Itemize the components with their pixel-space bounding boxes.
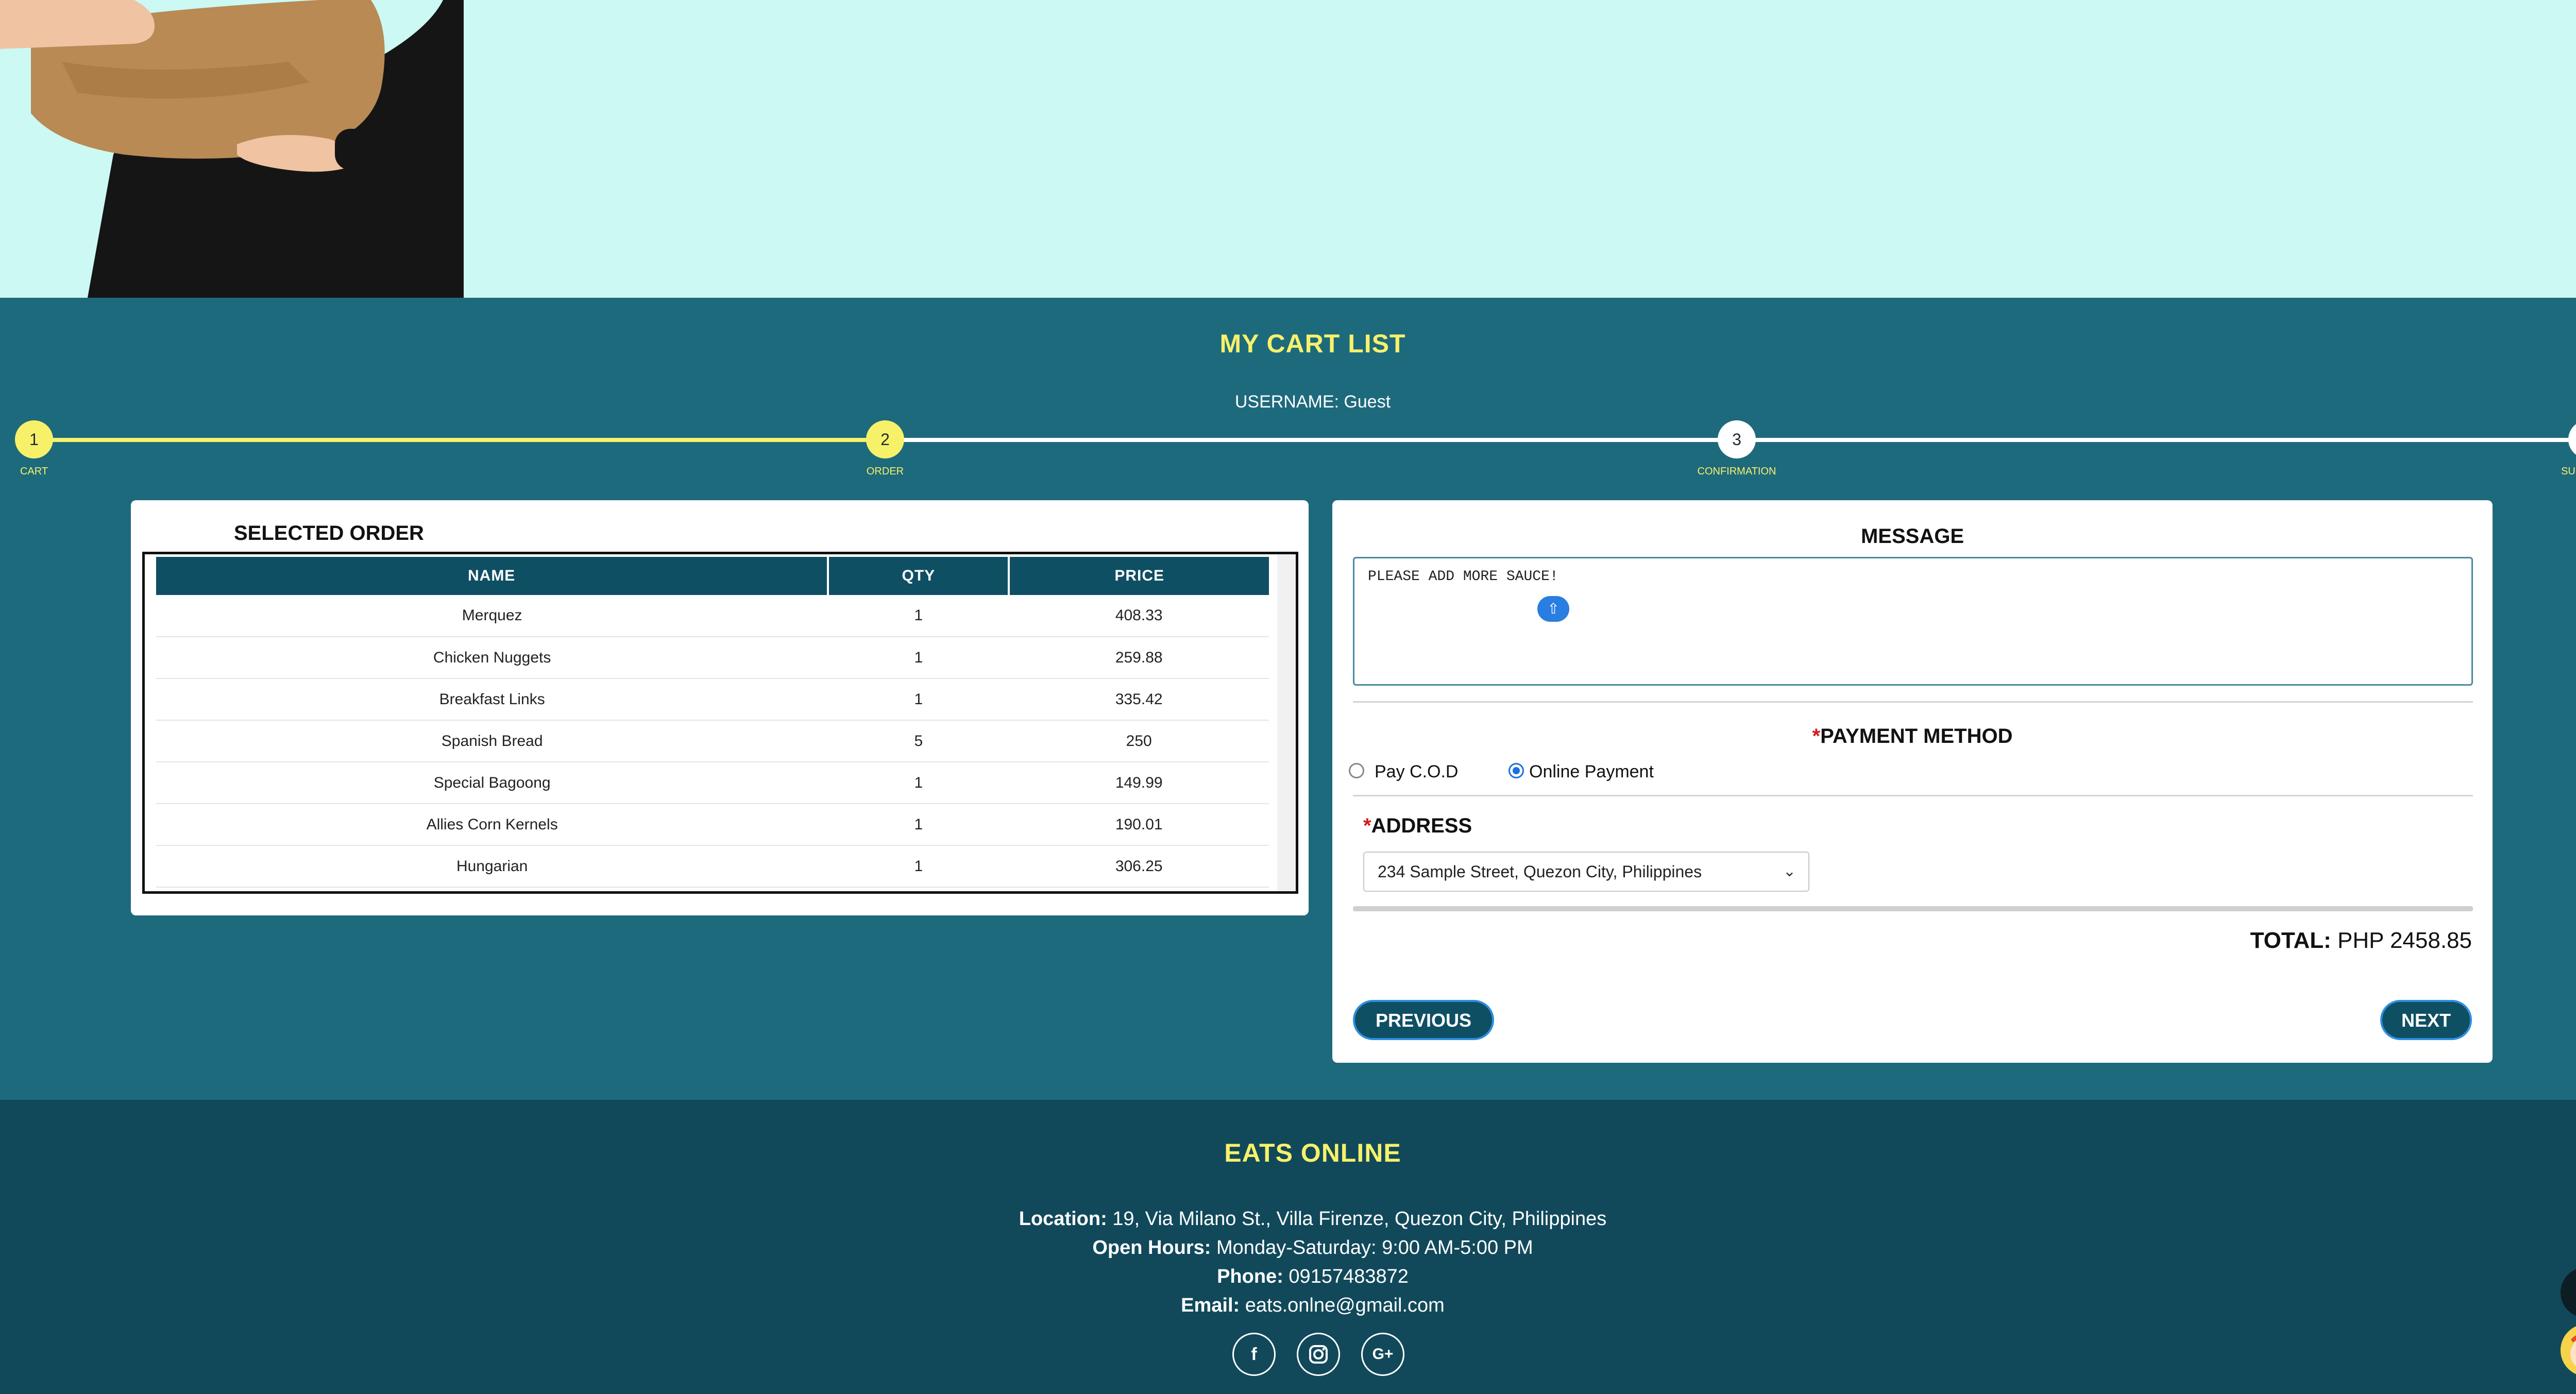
order-table: NAME QTY PRICE Merquez 1 408.33 Chicken …	[156, 557, 1269, 888]
phone-value: 09157483872	[1289, 1266, 1409, 1287]
cell-qty: 1	[828, 804, 1009, 846]
step-3-label: CONFIRMATION	[1697, 466, 1776, 477]
username-label: USERNAME: Guest	[1234, 392, 1391, 412]
cell-name: Special Bagoong	[156, 762, 828, 804]
column-header-qty: QTY	[828, 557, 1010, 595]
cell-price: 190.01	[1009, 804, 1269, 846]
column-header-price: PRICE	[1009, 557, 1269, 595]
required-mark: *	[1363, 814, 1371, 837]
message-textarea[interactable]: PLEASE ADD MORE SAUCE!	[1353, 557, 2473, 686]
chevron-down-icon: ⌄	[1783, 863, 1796, 880]
cell-qty: 5	[828, 720, 1009, 762]
cell-qty: 1	[828, 637, 1009, 679]
location-label: Location:	[1019, 1208, 1107, 1230]
step-2-circle[interactable]: 2	[866, 420, 904, 458]
email-label: Email:	[1181, 1295, 1240, 1316]
cell-name: Allies Corn Kernels	[156, 804, 828, 846]
column-header-name: NAME	[156, 557, 829, 595]
selected-order-title: SELECTED ORDER	[234, 522, 424, 545]
footer-phone: Phone: 09157483872	[0, 1266, 2576, 1288]
order-total: TOTAL: PHP 2458.85	[2250, 928, 2472, 954]
cell-price: 306.25	[1009, 845, 1269, 888]
table-row: Chicken Nuggets 1 259.88	[156, 637, 1269, 679]
address-selected-value: 234 Sample Street, Quezon City, Philippi…	[1378, 862, 1702, 881]
footer-brand: EATS ONLINE	[1224, 1138, 1401, 1167]
step-2-label: ORDER	[866, 466, 904, 477]
cell-name: Breakfast Links	[156, 678, 828, 721]
cell-qty: 1	[828, 845, 1009, 888]
step-4-label: SUMMARY	[2561, 466, 2576, 477]
phone-label: Phone:	[1217, 1266, 1283, 1287]
hero-banner	[0, 0, 2576, 298]
order-table-frame[interactable]: NAME QTY PRICE Merquez 1 408.33 Chicken …	[142, 552, 1298, 894]
step-3-circle[interactable]: 3	[1718, 420, 1756, 458]
progress-track-complete	[34, 438, 885, 442]
form-separator-bar	[1353, 906, 2473, 911]
address-label: ADDRESS	[1371, 814, 1472, 837]
cell-qty: 1	[828, 595, 1009, 637]
cell-name: Merquez	[156, 595, 828, 637]
input-method-icon[interactable]: ⇧	[1537, 596, 1569, 622]
hero-photo	[0, 0, 464, 298]
pay-cod-radio[interactable]	[1349, 763, 1364, 778]
online-payment-label[interactable]: Online Payment	[1529, 762, 1654, 782]
facebook-icon[interactable]: f	[1232, 1333, 1276, 1376]
required-mark: *	[1812, 725, 1821, 747]
table-row: Spanish Bread 5 250	[156, 720, 1269, 762]
cart-title: MY CART LIST	[1219, 329, 1406, 358]
payment-method-label: PAYMENT METHOD	[1820, 725, 2013, 747]
address-select[interactable]: 234 Sample Street, Quezon City, Philippi…	[1363, 852, 1809, 892]
cell-qty: 1	[828, 678, 1009, 721]
email-value: eats.onlne@gmail.com	[1245, 1295, 1445, 1316]
instagram-icon[interactable]	[1297, 1333, 1340, 1376]
total-value: PHP 2458.85	[2337, 928, 2472, 953]
table-scrollbar[interactable]	[1277, 554, 1296, 891]
location-value: 19, Via Milano St., Villa Firenze, Quezo…	[1112, 1208, 1607, 1230]
previous-button[interactable]: PREVIOUS	[1353, 1000, 1494, 1040]
google-plus-icon[interactable]: G+	[1361, 1333, 1404, 1376]
next-button[interactable]: NEXT	[2380, 1000, 2472, 1040]
table-header-row: NAME QTY PRICE	[156, 557, 1269, 595]
hours-label: Open Hours:	[1092, 1237, 1211, 1259]
table-row: Merquez 1 408.33	[156, 595, 1269, 637]
site-footer: EATS ONLINE Location: 19, Via Milano St.…	[0, 1100, 2576, 1394]
cell-price: 149.99	[1009, 762, 1269, 804]
cell-price: 408.33	[1009, 595, 1269, 637]
table-row: Allies Corn Kernels 1 190.01	[156, 804, 1269, 846]
cell-price: 259.88	[1009, 637, 1269, 679]
footer-location: Location: 19, Via Milano St., Villa Fire…	[0, 1208, 2576, 1230]
total-label: TOTAL:	[2250, 928, 2331, 953]
pay-cod-label[interactable]: Pay C.O.D	[1375, 762, 1458, 782]
cell-price: 250	[1009, 720, 1269, 762]
footer-email: Email: eats.onlne@gmail.com	[0, 1295, 2576, 1317]
checkout-form-card: MESSAGE PLEASE ADD MORE SAUCE! ⇧ *PAYMEN…	[1332, 500, 2493, 1063]
progress-stepper: 1 CART 2 ORDER 3 CONFIRMATION 4 SUMMARY	[0, 420, 2576, 489]
cell-name: Spanish Bread	[156, 720, 828, 762]
divider	[1353, 795, 2473, 796]
payment-method-title: *PAYMENT METHOD	[1332, 725, 2493, 748]
table-row: Breakfast Links 1 335.42	[156, 678, 1269, 721]
cart-section: MY CART LIST USERNAME: Guest 1 CART 2 OR…	[0, 298, 2576, 1100]
step-4-circle[interactable]: 4	[2568, 420, 2576, 458]
step-1-label: CART	[20, 466, 48, 477]
hours-value: Monday-Saturday: 9:00 AM-5:00 PM	[1216, 1237, 1533, 1259]
footer-hours: Open Hours: Monday-Saturday: 9:00 AM-5:0…	[0, 1237, 2576, 1259]
cell-name: Hungarian	[156, 845, 828, 888]
online-payment-radio[interactable]	[1509, 763, 1524, 778]
cell-qty: 1	[828, 762, 1009, 804]
selected-order-card: SELECTED ORDER NAME QTY PRICE Merquez 1 …	[131, 500, 1309, 915]
cell-name: Chicken Nuggets	[156, 637, 828, 679]
table-row: Hungarian 1 306.25	[156, 845, 1269, 888]
message-title: MESSAGE	[1860, 525, 1964, 548]
step-1-circle[interactable]: 1	[15, 420, 53, 458]
divider	[1353, 701, 2473, 703]
cell-price: 335.42	[1009, 678, 1269, 721]
table-row: Special Bagoong 1 149.99	[156, 762, 1269, 804]
address-title: *ADDRESS	[1363, 814, 1472, 838]
